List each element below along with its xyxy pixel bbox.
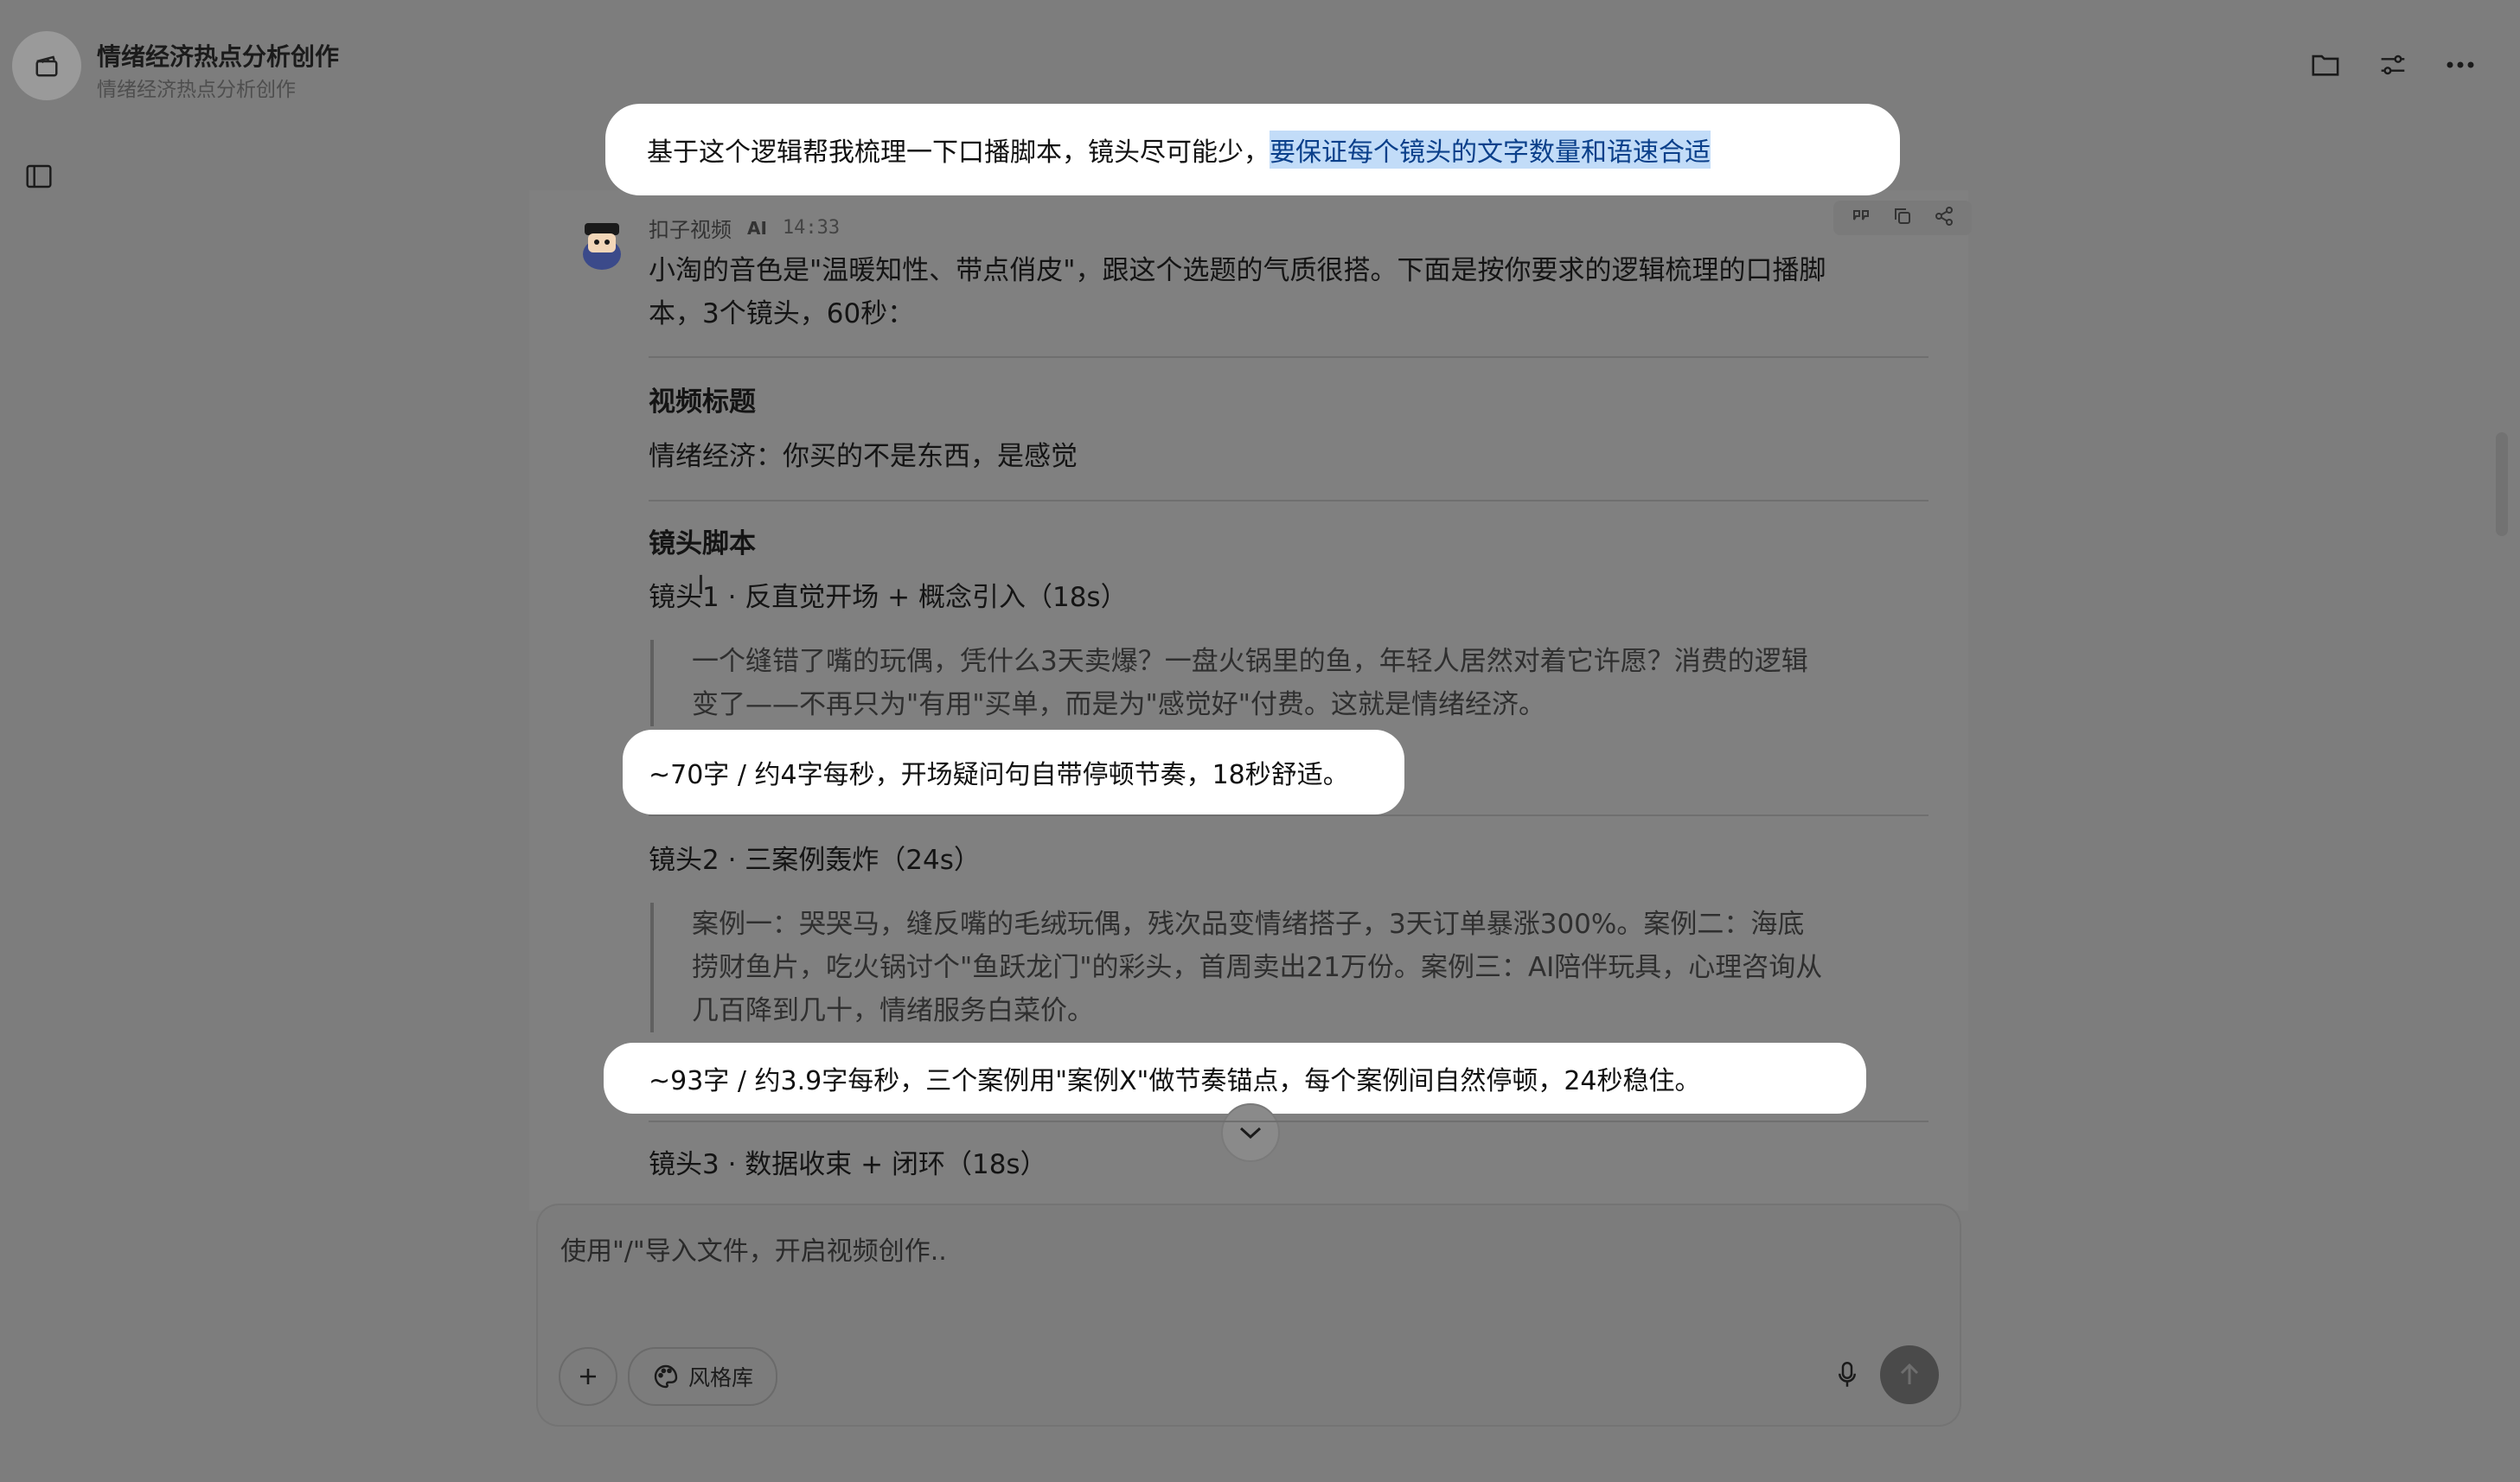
script-heading: 镜头脚本 (649, 528, 756, 559)
video-title-heading: 视频标题 (649, 386, 756, 418)
add-attachment-button[interactable] (559, 1347, 617, 1406)
shot-2-quote: 案例一：哭哭马，缝反嘴的毛绒玩偶，残次品变情绪搭子，3天订单暴涨300%。案例二… (650, 903, 1896, 1032)
assistant-intro-line1: 小淘的音色是"温暖知性、带点俏皮"，跟这个选题的气质很搭。下面是按你要求的逻辑梳… (649, 255, 1826, 286)
assistant-name: 扣子视频 (649, 218, 732, 242)
shot-1-note: ~70字 / 约4字每秒，开场疑问句自带停顿节奏，18秒舒适。 (623, 730, 1404, 814)
shot-1-note-text: ~70字 / 约4字每秒，开场疑问句自带停顿节奏，18秒舒适。 (649, 760, 1349, 790)
shot-2-quote-line: 捞财鱼片，吃火锅讨个"鱼跃龙门"的彩头，首周卖出21万份。案例三：AI陪伴玩具，… (692, 952, 1823, 983)
video-title: 情绪经济：你买的不是东西，是感觉 (649, 441, 1078, 472)
style-library-button[interactable]: 风格库 (628, 1347, 778, 1406)
shot-2-note: ~93字 / 约3.9字每秒，三个案例用"案例X"做节奏锚点，每个案例间自然停顿… (604, 1043, 1866, 1114)
style-library-label: 风格库 (688, 1365, 754, 1390)
sidebar-toggle-icon[interactable] (22, 161, 55, 192)
microphone-icon[interactable] (1826, 1354, 1868, 1396)
shot-2-quote-line: 几百降到几十，情绪服务白菜价。 (692, 995, 1094, 1026)
more-icon[interactable] (2444, 48, 2477, 81)
shot-1-quote-line: 变了——不再只为"有用"买单，而是为"感觉好"付费。这就是情绪经济。 (692, 689, 1546, 720)
send-button[interactable] (1880, 1345, 1939, 1404)
divider (649, 814, 1928, 816)
composer-input[interactable] (559, 1224, 1911, 1278)
composer: 风格库 (538, 1205, 1960, 1425)
conversation-title: 情绪经济热点分析创作 (97, 42, 340, 71)
user-message-bubble: 基于这个逻辑帮我梳理一下口播脚本，镜头尽可能少， 要保证每个镜头的文字数量和语速合… (605, 104, 1900, 195)
shot-1-quote: 一个缝错了嘴的玩偶，凭什么3天卖爆？一盘火锅里的鱼，年轻人居然对着它许愿？消费的… (650, 640, 1896, 726)
app-icon[interactable] (12, 31, 81, 100)
divider (649, 500, 1928, 501)
shot-1-title: 镜头1 · 反直觉开场 + 概念引入（18s） (649, 582, 1128, 613)
divider (649, 1121, 1928, 1122)
user-message-text: 基于这个逻辑帮我梳理一下口播脚本，镜头尽可能少， (647, 137, 1270, 168)
conversation-subtitle: 情绪经济热点分析创作 (97, 79, 296, 101)
scroll-down-button[interactable] (1221, 1103, 1280, 1162)
ai-badge: AI (747, 217, 767, 239)
divider (649, 356, 1928, 358)
palette-icon (654, 1364, 678, 1389)
shot-1-quote-line: 一个缝错了嘴的玩偶，凭什么3天卖爆？一盘火锅里的鱼，年轻人居然对着它许愿？消费的… (692, 646, 1808, 677)
shot-2-title: 镜头2 · 三案例轰炸（24s） (649, 845, 981, 876)
message-time: 14:33 (782, 217, 841, 239)
shot-2-quote-line: 案例一：哭哭马，缝反嘴的毛绒玩偶，残次品变情绪搭子，3天订单暴涨300%。案例二… (692, 909, 1805, 940)
copy-icon[interactable] (1892, 206, 1913, 230)
assistant-intro-line2: 本，3个镜头，60秒： (649, 298, 915, 329)
settings-sliders-icon[interactable] (2376, 48, 2409, 81)
shot-3-title: 镜头3 · 数据收束 + 闭环（18s） (649, 1149, 1047, 1180)
quote-icon[interactable] (1851, 206, 1871, 230)
assistant-avatar (576, 216, 628, 271)
message-actions (1833, 201, 1972, 235)
user-message-highlight: 要保证每个镜头的文字数量和语速合适 (1270, 131, 1711, 169)
scrollbar-thumb[interactable] (2496, 432, 2508, 536)
shot-2-note-text: ~93字 / 约3.9字每秒，三个案例用"案例X"做节奏锚点，每个案例间自然停顿… (649, 1066, 1701, 1096)
share-icon[interactable] (1934, 206, 1954, 230)
folder-icon[interactable] (2309, 48, 2342, 81)
